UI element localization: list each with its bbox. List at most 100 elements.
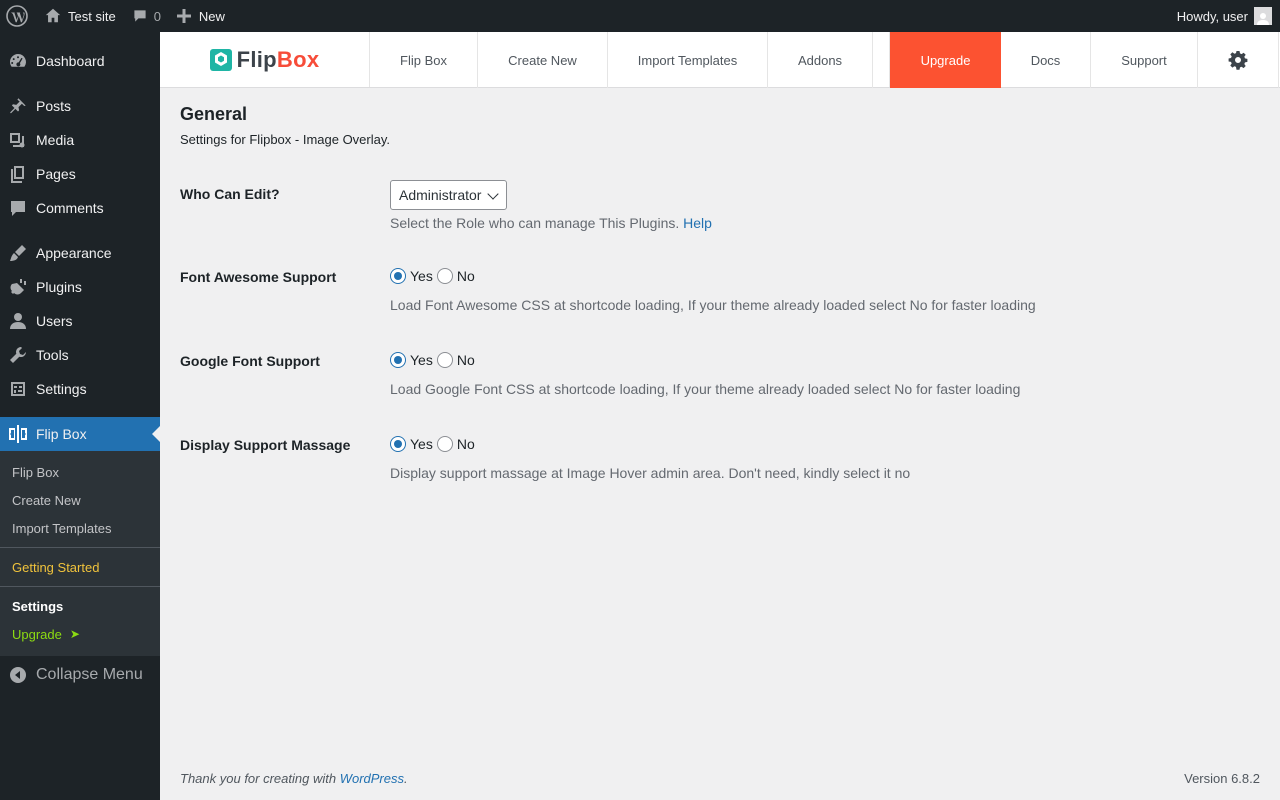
menu-tools[interactable]: Tools — [0, 338, 160, 372]
menu-plugins[interactable]: Plugins — [0, 270, 160, 304]
menu-label: Posts — [36, 98, 72, 114]
new-label: New — [198, 8, 225, 24]
menu-media[interactable]: Media — [0, 123, 160, 157]
radio-label: Yes — [410, 436, 433, 452]
support-massage-yes[interactable]: Yes — [390, 436, 433, 452]
admin-bar: Test site 0 New Howdy, user — [0, 0, 1280, 32]
tab-create-new[interactable]: Create New — [478, 32, 608, 88]
radio-label: Yes — [410, 352, 433, 368]
plugin-icon — [10, 279, 26, 295]
radio-button[interactable] — [390, 436, 406, 452]
pages-icon — [11, 166, 24, 183]
tab-addons[interactable]: Addons — [768, 32, 873, 88]
menu-label: Flip Box — [36, 426, 87, 442]
tab-support[interactable]: Support — [1091, 32, 1198, 88]
gear-icon — [1228, 51, 1248, 70]
radio-button[interactable] — [436, 436, 453, 452]
radio-label: No — [456, 352, 475, 368]
submenu-create-new[interactable]: Create New — [0, 486, 160, 514]
radio-button[interactable] — [436, 352, 453, 368]
submenu-flip-box[interactable]: Flip Box — [0, 458, 160, 486]
wordpress-logo-button[interactable] — [0, 0, 36, 32]
radio-button[interactable] — [390, 352, 406, 368]
menu-users[interactable]: Users — [0, 304, 160, 338]
media-icon — [10, 133, 25, 148]
radio-label: No — [456, 436, 475, 452]
comments-link[interactable]: 0 — [124, 0, 169, 32]
sliders-icon — [11, 382, 25, 396]
help-link[interactable]: Help — [683, 215, 712, 231]
logo-text-flip: Flip — [236, 46, 277, 72]
dashboard-icon — [10, 54, 26, 67]
font-awesome-no[interactable]: No — [436, 268, 475, 284]
arrow-right-icon: ➤ — [69, 627, 80, 641]
submenu-divider — [0, 586, 160, 587]
submenu-import-templates[interactable]: Import Templates — [0, 514, 160, 542]
role-select-value: Administrator — [399, 187, 482, 203]
tab-import-templates[interactable]: Import Templates — [608, 32, 768, 88]
menu-label: Tools — [36, 347, 69, 363]
help-text: Select the Role who can manage This Plug… — [390, 215, 680, 231]
support-massage-no[interactable]: No — [436, 436, 475, 452]
support-massage-radio-group: Yes No — [390, 436, 910, 452]
howdy-text: Howdy, user — [1176, 8, 1248, 24]
radio-label: No — [456, 268, 475, 284]
radio-button[interactable] — [390, 268, 406, 284]
page-description: Settings for Flipbox - Image Overlay. — [180, 132, 391, 147]
collapse-icon — [10, 667, 26, 683]
tab-docs[interactable]: Docs — [1001, 32, 1091, 88]
menu-label: Appearance — [36, 245, 112, 261]
google-font-no[interactable]: No — [436, 352, 475, 368]
wrench-icon — [10, 347, 26, 363]
menu-pages[interactable]: Pages — [0, 157, 160, 191]
menu-appearance[interactable]: Appearance — [0, 236, 160, 270]
site-name-link[interactable]: Test site — [36, 0, 124, 32]
font-awesome-radio-group: Yes No — [390, 268, 1036, 284]
user-icon — [10, 313, 26, 329]
brush-icon — [10, 245, 26, 261]
submenu-settings[interactable]: Settings — [0, 592, 160, 620]
thanks-text: Thank you for creating with — [180, 771, 337, 786]
flipbox-icon — [9, 425, 27, 443]
admin-sidebar: Dashboard Posts Media Pages Comments App… — [0, 32, 160, 800]
tab-spacer — [873, 32, 890, 87]
collapse-menu-button[interactable]: Collapse Menu — [0, 657, 160, 693]
submenu-divider — [0, 547, 160, 548]
role-select[interactable]: Administrator — [390, 180, 507, 210]
wordpress-logo-icon — [6, 5, 28, 27]
google-font-radio-group: Yes No — [390, 352, 1020, 368]
submenu-getting-started[interactable]: Getting Started — [0, 553, 160, 581]
footer-thanks: Thank you for creating with WordPress. — [180, 771, 408, 786]
menu-label: Plugins — [36, 279, 82, 295]
chevron-down-icon — [487, 188, 499, 200]
setting-description: Select the Role who can manage This Plug… — [390, 215, 712, 231]
setting-label: Font Awesome Support — [180, 269, 337, 285]
radio-button[interactable] — [436, 268, 453, 284]
new-content-button[interactable]: New — [169, 0, 233, 32]
font-awesome-yes[interactable]: Yes — [390, 268, 433, 284]
upgrade-label: Upgrade — [12, 626, 62, 642]
submenu-upgrade[interactable]: Upgrade ➤ — [0, 620, 160, 648]
wordpress-link[interactable]: WordPress — [340, 771, 404, 786]
settings-gear-button[interactable] — [1198, 32, 1279, 88]
collapse-label: Collapse Menu — [36, 666, 143, 683]
footer-period: . — [404, 771, 408, 786]
tab-upgrade[interactable]: Upgrade — [890, 32, 1001, 88]
flip-box-submenu: Flip Box Create New Import Templates Get… — [0, 451, 160, 656]
my-account[interactable]: Howdy, user — [1177, 7, 1280, 25]
radio-label: Yes — [410, 268, 433, 284]
menu-flip-box[interactable]: Flip Box — [0, 417, 160, 451]
menu-label: Settings — [36, 381, 87, 397]
google-font-yes[interactable]: Yes — [390, 352, 433, 368]
home-icon — [45, 8, 61, 23]
flipbox-logo[interactable]: Flip Box — [160, 32, 370, 87]
setting-description: Load Google Font CSS at shortcode loadin… — [390, 381, 1021, 397]
menu-comments[interactable]: Comments — [0, 191, 160, 225]
tab-flip-box[interactable]: Flip Box — [370, 32, 478, 88]
menu-settings[interactable]: Settings — [0, 372, 160, 406]
avatar — [1254, 7, 1272, 25]
menu-label: Users — [36, 313, 73, 329]
menu-posts[interactable]: Posts — [0, 89, 160, 123]
menu-label: Pages — [36, 166, 76, 182]
menu-dashboard[interactable]: Dashboard — [0, 44, 160, 78]
